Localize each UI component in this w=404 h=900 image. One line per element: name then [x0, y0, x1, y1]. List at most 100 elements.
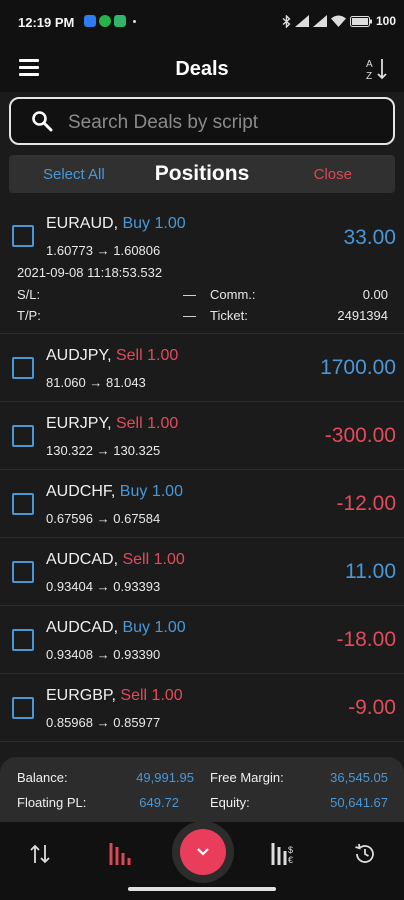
deal-profit: -300.00 [324, 424, 396, 447]
deal-symbol: AUDCAD, [46, 551, 119, 568]
deal-open-price: 0.67596 [46, 511, 93, 526]
app-header: Deals A Z [0, 46, 404, 92]
deal-lots: 1.00 [153, 551, 185, 568]
status-bar: 12:19 PM 100 [0, 0, 404, 46]
deal-current-price: 0.93393 [113, 579, 161, 594]
deal-side: Sell [115, 415, 143, 432]
close-button[interactable]: Close [314, 166, 352, 183]
deal-checkbox[interactable] [12, 225, 34, 247]
deal-current-price: 81.043 [106, 375, 146, 390]
balance-label: Balance: [17, 770, 68, 785]
deal-checkbox[interactable] [12, 357, 34, 379]
deal-lots: 1.00 [154, 215, 186, 232]
deal-row[interactable]: EURAUD, Buy 1.00 1.60773 → 1.60806 33.00… [0, 202, 404, 334]
deal-symbol: AUDJPY, [46, 347, 112, 364]
deal-current-price: 0.85977 [113, 715, 161, 730]
battery-level: 100 [375, 14, 396, 28]
positions-toolbar: Select All Positions Close [9, 155, 395, 193]
arrow-icon: → [96, 579, 110, 594]
deal-checkbox[interactable] [12, 561, 34, 583]
free-margin-value: 36,545.05 [330, 770, 388, 785]
deal-symbol: AUDCHF, [46, 483, 116, 500]
sort-az-icon[interactable]: A Z [366, 57, 388, 81]
commission-value: 0.00 [362, 287, 388, 302]
take-profit-value: — [183, 308, 196, 323]
deal-symbol: EURJPY, [46, 415, 112, 432]
deal-symbol: EURAUD, [46, 215, 119, 232]
take-profit-label: T/P: [17, 308, 41, 323]
arrow-icon: → [96, 443, 110, 458]
page-title: Deals [175, 58, 229, 80]
deal-checkbox[interactable] [12, 425, 34, 447]
history-icon[interactable] [353, 842, 377, 866]
deal-profit: 1700.00 [320, 356, 396, 379]
deal-lots: 1.00 [154, 619, 186, 636]
deal-row[interactable]: AUDCAD, Sell 1.00 0.93404 → 0.93393 11.0… [0, 538, 404, 606]
deal-profit: 11.00 [345, 560, 396, 583]
equity-label: Equity: [210, 795, 250, 810]
deal-side: Buy [119, 483, 148, 500]
message-notification-icon [114, 15, 126, 27]
floating-pl-value: 649.72 [139, 795, 179, 810]
search-input[interactable]: Search Deals by script [9, 97, 395, 145]
deal-current-price: 0.67584 [113, 511, 161, 526]
deal-side: Buy [122, 619, 151, 636]
stop-loss-value: — [183, 287, 196, 302]
transfer-icon[interactable] [28, 842, 52, 866]
positions-chart-icon[interactable] [108, 841, 134, 867]
stop-loss-label: S/L: [17, 287, 41, 302]
deal-current-price: 130.325 [113, 443, 161, 458]
chevron-down-icon [197, 848, 209, 856]
deal-row[interactable]: AUDCHF, Buy 1.00 0.67596 → 0.67584 -12.0… [0, 470, 404, 538]
equity-value: 50,641.67 [330, 795, 388, 810]
wifi-icon [330, 15, 346, 27]
deal-side: Buy [122, 215, 151, 232]
search-placeholder: Search Deals by script [68, 112, 259, 133]
arrow-icon: → [96, 647, 110, 662]
deal-lots: 1.00 [147, 415, 179, 432]
deal-row[interactable]: EURJPY, Sell 1.00 130.322 → 130.325 -300… [0, 402, 404, 470]
ticket-label: Ticket: [210, 308, 248, 323]
deals-list[interactable]: EURAUD, Buy 1.00 1.60773 → 1.60806 33.00… [0, 202, 404, 757]
signal-2-icon [312, 15, 327, 27]
svg-text:A: A [366, 59, 373, 70]
deal-open-price: 1.60773 [46, 243, 93, 258]
deal-open-price: 0.93408 [46, 647, 93, 662]
deal-side: Sell [122, 551, 150, 568]
notification-icons [84, 15, 136, 27]
deal-side: Sell [120, 687, 148, 704]
arrow-icon: → [96, 511, 110, 526]
status-time: 12:19 PM [18, 15, 75, 30]
balance-value: 49,991.95 [136, 770, 194, 785]
deal-symbol: AUDCAD, [46, 619, 119, 636]
signal-icon [294, 15, 309, 27]
deal-row[interactable]: EURGBP, Sell 1.00 0.85968 → 0.85977 -9.0… [0, 674, 404, 742]
deal-lots: 1.00 [147, 347, 179, 364]
deal-open-price: 0.93404 [46, 579, 93, 594]
deal-row[interactable]: AUDCAD, Buy 1.00 0.93408 → 0.93390 -18.0… [0, 606, 404, 674]
deal-row[interactable]: AUDJPY, Sell 1.00 81.060 → 81.043 1700.0… [0, 334, 404, 402]
deal-profit: -12.00 [336, 492, 396, 515]
deal-checkbox[interactable] [12, 493, 34, 515]
svg-text:$: $ [288, 845, 293, 855]
floating-pl-label: Floating PL: [17, 795, 87, 810]
arrow-icon: → [89, 375, 103, 390]
deal-current-price: 0.93390 [113, 647, 161, 662]
deal-checkbox[interactable] [12, 629, 34, 651]
svg-text:€: € [288, 855, 293, 865]
deal-checkbox[interactable] [12, 697, 34, 719]
commission-label: Comm.: [210, 287, 256, 302]
deal-open-price: 0.85968 [46, 715, 93, 730]
search-icon [32, 111, 53, 132]
more-notifications-icon [133, 19, 136, 23]
arrow-icon: → [96, 243, 110, 258]
svg-text:Z: Z [366, 71, 372, 81]
home-indicator[interactable] [128, 887, 276, 891]
deal-lots: 1.00 [151, 483, 183, 500]
deal-lots: 1.00 [151, 687, 183, 704]
expand-button[interactable] [180, 829, 226, 875]
ticket-value: 2491394 [337, 308, 388, 323]
deal-profit: 33.00 [343, 226, 396, 249]
deal-profit: -18.00 [336, 628, 396, 651]
quotes-chart-icon[interactable]: $ € [270, 841, 296, 867]
